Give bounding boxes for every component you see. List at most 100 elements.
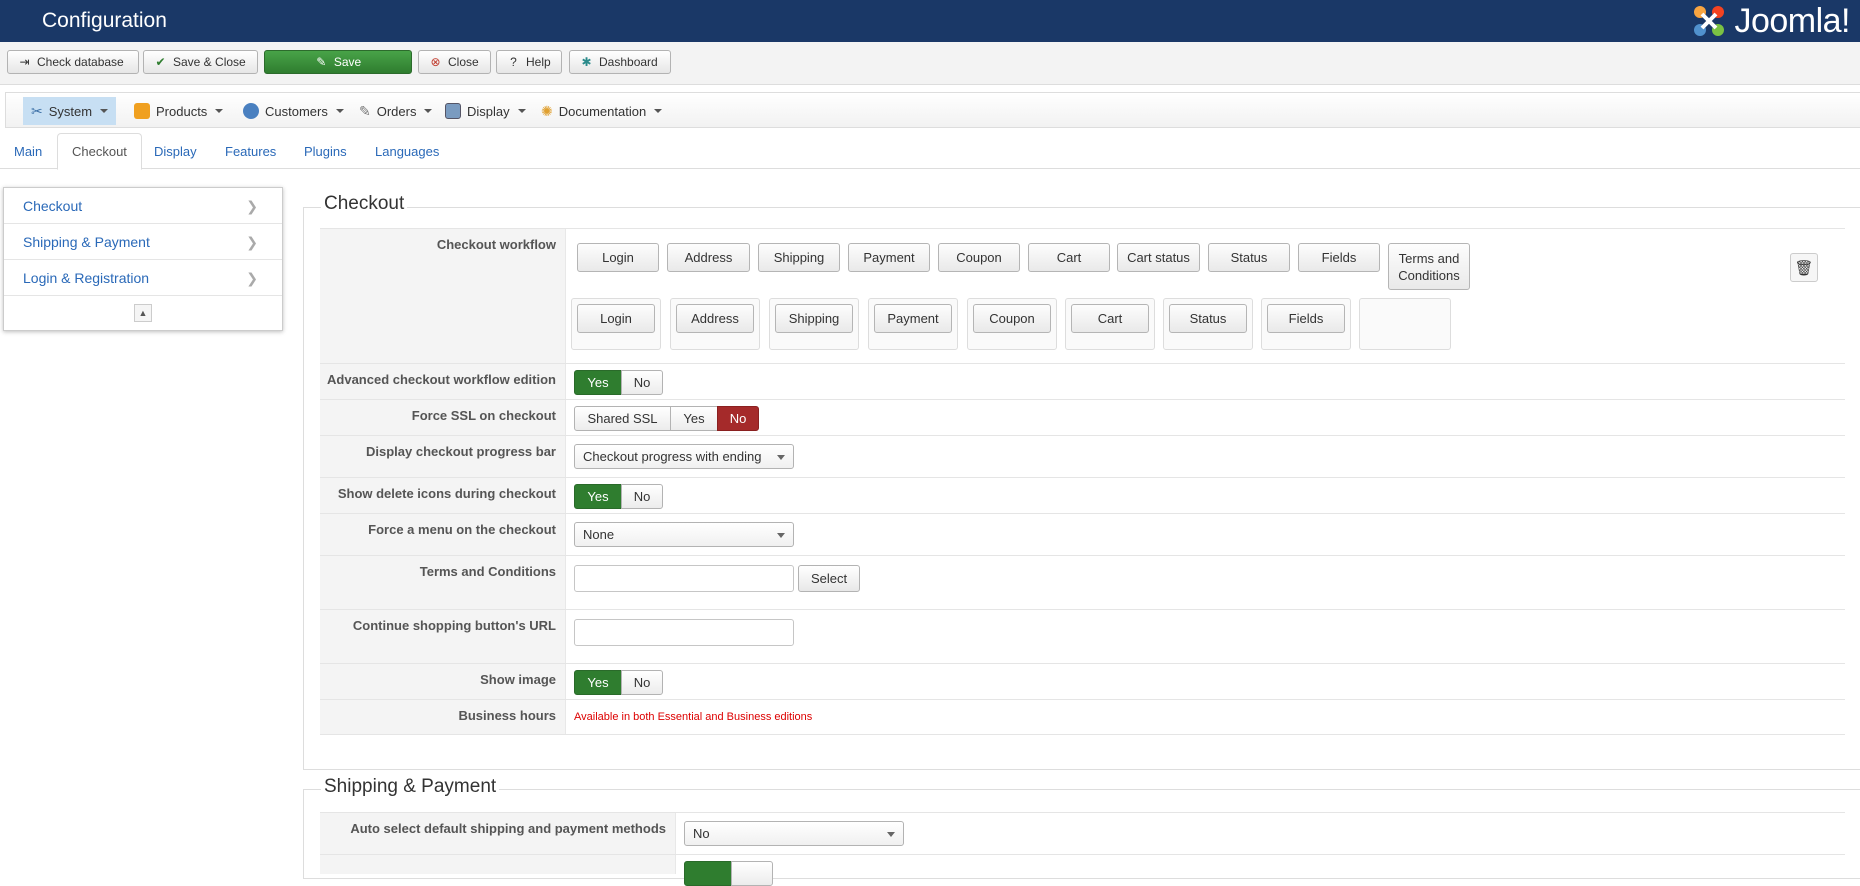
- menu-display[interactable]: Display: [437, 97, 534, 125]
- workflow-step-status[interactable]: Status: [1208, 243, 1290, 272]
- workflow-step-login[interactable]: Login: [577, 243, 659, 272]
- advanced-workflow-label: Advanced checkout workflow edition: [327, 372, 556, 387]
- caret-down-icon: [654, 109, 663, 113]
- menu-orders[interactable]: ✎ Orders: [351, 97, 440, 125]
- checkout-workflow-row: Checkout workflow Login Address Shipping…: [320, 228, 1845, 363]
- workflow-step-address[interactable]: Address: [676, 304, 754, 333]
- progress-bar-select[interactable]: Checkout progress with ending: [574, 444, 794, 469]
- workflow-step-shipping[interactable]: Shipping: [775, 304, 853, 333]
- workflow-step-cart[interactable]: Cart: [1071, 304, 1149, 333]
- sidenav-item-login-registration[interactable]: Login & Registration ❯: [4, 260, 282, 296]
- delete-icons-no[interactable]: No: [621, 484, 663, 509]
- business-hours-notice: Available in both Essential and Business…: [574, 711, 813, 723]
- delete-icons-yes[interactable]: Yes: [574, 484, 622, 509]
- show-image-label: Show image: [480, 672, 556, 687]
- workflow-step-status[interactable]: Status: [1169, 304, 1247, 333]
- workflow-step-terms[interactable]: Terms and Conditions: [1388, 243, 1470, 290]
- chevron-right-icon: ❯: [246, 234, 258, 250]
- dashboard-button[interactable]: ✱ Dashboard: [569, 50, 671, 74]
- tab-features[interactable]: Features: [211, 133, 290, 169]
- tab-languages[interactable]: Languages: [361, 133, 453, 169]
- sign-out-icon: ⇥: [19, 55, 30, 69]
- progress-bar-row: Display checkout progress bar Checkout p…: [320, 435, 1845, 477]
- trash-icon[interactable]: 🗑: [1790, 253, 1818, 282]
- force-menu-select[interactable]: None: [574, 522, 794, 547]
- auto-select-select[interactable]: No: [684, 821, 904, 846]
- workflow-step-payment[interactable]: Payment: [848, 243, 930, 272]
- tab-main[interactable]: Main: [0, 133, 56, 169]
- tools-icon: ✂: [31, 102, 43, 119]
- advanced-workflow-row: Advanced checkout workflow edition Yes N…: [320, 363, 1845, 399]
- check-database-button[interactable]: ⇥ Check database: [7, 50, 139, 74]
- workflow-step-cart[interactable]: Cart: [1028, 243, 1110, 272]
- force-ssl-toggle: Shared SSL Yes No: [574, 406, 759, 431]
- caret-down-icon: [424, 109, 433, 113]
- caret-down-icon: [335, 109, 344, 113]
- help-button[interactable]: ? Help: [496, 50, 562, 74]
- workflow-step-shipping[interactable]: Shipping: [758, 243, 840, 272]
- edit-icon: ✎: [316, 55, 327, 69]
- workflow-step-address[interactable]: Address: [667, 243, 750, 272]
- workflow-step-cart-status[interactable]: Cart status: [1117, 243, 1200, 272]
- show-image-row: Show image Yes No: [320, 663, 1845, 699]
- show-image-toggle: Yes No: [574, 670, 663, 695]
- delete-icons-label: Show delete icons during checkout: [337, 486, 556, 501]
- workflow-step-coupon[interactable]: Coupon: [938, 243, 1020, 272]
- menu-system[interactable]: ✂ System: [23, 97, 117, 125]
- question-icon: ?: [510, 55, 517, 69]
- workflow-empty-slot[interactable]: [1359, 298, 1451, 350]
- terms-row: Terms and Conditions Select: [320, 555, 1845, 609]
- auto-select-label: Auto select default shipping and payment…: [350, 821, 666, 836]
- sidenav-item-shipping-payment[interactable]: Shipping & Payment ❯: [4, 224, 282, 260]
- workflow-step-payment[interactable]: Payment: [874, 304, 952, 333]
- caret-down-icon: [215, 109, 224, 113]
- show-image-no[interactable]: No: [621, 670, 663, 695]
- force-menu-label: Force a menu on the checkout: [368, 522, 556, 537]
- box-icon: [134, 103, 150, 119]
- tab-checkout[interactable]: Checkout: [57, 133, 142, 170]
- force-ssl-yes[interactable]: Yes: [670, 406, 718, 431]
- monitor-icon: [445, 103, 461, 119]
- force-ssl-shared[interactable]: Shared SSL: [574, 406, 671, 431]
- checkout-legend: Checkout: [321, 193, 408, 215]
- terms-select-button[interactable]: Select: [798, 565, 861, 592]
- continue-shopping-input[interactable]: [574, 619, 794, 646]
- tab-display[interactable]: Display: [140, 133, 211, 169]
- advanced-workflow-no[interactable]: No: [621, 370, 663, 395]
- save-close-button[interactable]: ✔ Save & Close: [143, 50, 258, 74]
- menu-customers[interactable]: Customers: [235, 97, 352, 125]
- force-ssl-no[interactable]: No: [717, 406, 759, 431]
- page-title: Configuration: [42, 9, 167, 32]
- auto-select-row: Auto select default shipping and payment…: [320, 812, 1845, 854]
- main-menu: ✂ System Products Customers ✎ Orders Dis…: [5, 92, 1860, 128]
- continue-shopping-label: Continue shopping button's URL: [352, 618, 556, 633]
- sidenav-item-checkout[interactable]: Checkout ❯: [4, 188, 282, 224]
- advanced-workflow-yes[interactable]: Yes: [574, 370, 622, 395]
- side-nav: Checkout ❯ Shipping & Payment ❯ Login & Re…: [3, 187, 283, 331]
- progress-bar-label: Display checkout progress bar: [365, 444, 556, 459]
- workflow-step-coupon[interactable]: Coupon: [973, 304, 1051, 333]
- save-button[interactable]: ✎ Save: [264, 50, 412, 74]
- terms-input[interactable]: [574, 565, 794, 592]
- workflow-step-fields[interactable]: Fields: [1298, 243, 1380, 272]
- dropdown-arrow-icon: [887, 832, 895, 837]
- dropdown-arrow-icon: [777, 455, 785, 460]
- force-ssl-row: Force SSL on checkout Shared SSL Yes No: [320, 399, 1845, 435]
- close-button[interactable]: ⊗ Close: [418, 50, 491, 74]
- workflow-step-fields[interactable]: Fields: [1267, 304, 1345, 333]
- business-hours-label: Business hours: [458, 708, 556, 723]
- cart-icon: ✎: [359, 102, 371, 119]
- sidenav-collapse: ▲: [4, 296, 282, 330]
- checkout-workflow-label: Checkout workflow: [436, 237, 556, 252]
- menu-products[interactable]: Products: [126, 97, 231, 125]
- users-icon: [243, 103, 259, 119]
- workflow-step-login[interactable]: Login: [577, 304, 655, 333]
- continue-shopping-row: Continue shopping button's URL: [320, 609, 1845, 663]
- tab-plugins[interactable]: Plugins: [290, 133, 361, 169]
- collapse-up-icon[interactable]: ▲: [134, 304, 152, 322]
- show-image-yes[interactable]: Yes: [574, 670, 622, 695]
- force-menu-row: Force a menu on the checkout None: [320, 513, 1845, 555]
- menu-documentation[interactable]: ✺ Documentation: [533, 97, 670, 125]
- business-hours-row: Business hours Available in both Essenti…: [320, 699, 1845, 735]
- close-icon: ⊗: [430, 55, 441, 69]
